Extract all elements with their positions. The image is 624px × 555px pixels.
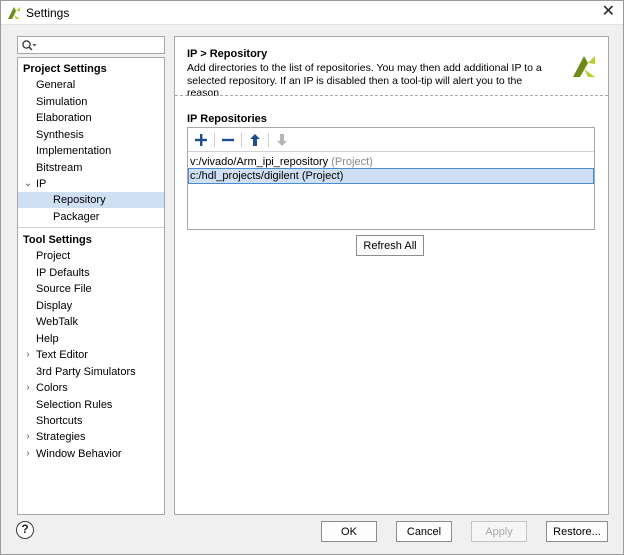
help-icon[interactable]: ? — [16, 521, 34, 539]
section-label: Tool Settings — [23, 234, 92, 246]
section-label: Project Settings — [23, 63, 107, 75]
add-icon — [195, 134, 207, 146]
repository-scope: (Project) — [331, 156, 373, 168]
toolbar-divider — [214, 133, 215, 147]
move-down-button[interactable] — [272, 131, 292, 149]
toolbar-divider — [268, 133, 269, 147]
tree-item-label: Synthesis — [36, 129, 84, 141]
tree-section-tool-settings: Tool Settings — [18, 232, 164, 248]
header-divider — [175, 95, 608, 96]
tree-item-shortcuts[interactable]: Shortcuts — [18, 413, 164, 429]
settings-window: Settings ✕ Project Settings General Simu… — [0, 0, 624, 555]
settings-search-input[interactable] — [17, 36, 165, 54]
tree-item-label: Source File — [36, 283, 92, 295]
tree-item-3rd-party-simulators[interactable]: 3rd Party Simulators — [18, 364, 164, 380]
tree-item-label: Display — [36, 300, 73, 312]
repository-row[interactable]: v:/vivado/Arm_ipi_repository (Project) — [189, 155, 593, 169]
tree-item-label: WebTalk — [36, 316, 78, 328]
tree-item-colors[interactable]: › Colors — [18, 380, 164, 396]
add-repository-button[interactable] — [191, 131, 211, 149]
ip-repositories-list: v:/vivado/Arm_ipi_repository (Project) c… — [187, 127, 595, 230]
tree-item-label: IP Defaults — [36, 267, 90, 279]
tree-item-label: Project — [36, 250, 71, 262]
tree-item-strategies[interactable]: › Strategies — [18, 429, 164, 445]
page-title: IP > Repository — [187, 48, 268, 60]
tree-item-implementation[interactable]: Implementation — [18, 143, 164, 159]
tree-item-label: IP — [36, 178, 47, 190]
remove-icon — [222, 138, 234, 142]
tree-item-source-file[interactable]: Source File — [18, 281, 164, 297]
title-bar: Settings ✕ — [1, 1, 623, 25]
remove-repository-button[interactable] — [218, 131, 238, 149]
move-down-icon — [277, 134, 287, 146]
tree-item-selection-rules[interactable]: Selection Rules — [18, 397, 164, 413]
tree-item-elaboration[interactable]: Elaboration — [18, 110, 164, 126]
cancel-button[interactable]: Cancel — [396, 521, 452, 542]
tree-item-label: Strategies — [36, 431, 86, 443]
repository-path: c:/hdl_projects/digilent (Project) — [190, 170, 344, 182]
tree-item-bitstream[interactable]: Bitstream — [18, 160, 164, 176]
tree-divider — [18, 227, 164, 228]
repository-path: v:/vivado/Arm_ipi_repository — [190, 156, 329, 168]
tree-item-ip-defaults[interactable]: IP Defaults — [18, 265, 164, 281]
tree-item-label: Help — [36, 333, 59, 345]
tree-item-label: Packager — [53, 211, 100, 223]
tree-item-label: 3rd Party Simulators — [36, 366, 136, 378]
tree-item-packager[interactable]: Packager — [18, 209, 164, 225]
tree-item-label: Repository — [53, 194, 106, 206]
vivado-logo-icon — [573, 56, 595, 77]
repository-row-selected[interactable]: c:/hdl_projects/digilent (Project) — [188, 168, 594, 184]
apply-button[interactable]: Apply — [471, 521, 527, 542]
chevron-right-icon[interactable]: › — [23, 446, 33, 462]
tree-item-label: Simulation — [36, 96, 88, 108]
ip-repositories-title: IP Repositories — [187, 113, 267, 125]
chevron-right-icon[interactable]: › — [23, 429, 33, 445]
tree-item-label: Text Editor — [36, 349, 88, 361]
tree-item-label: Window Behavior — [36, 448, 122, 460]
tree-item-project[interactable]: Project — [18, 248, 164, 264]
chevron-right-icon[interactable]: › — [23, 347, 33, 363]
tree-item-label: Shortcuts — [36, 415, 83, 427]
repo-toolbar — [188, 128, 594, 152]
tree-item-text-editor[interactable]: › Text Editor — [18, 347, 164, 363]
window-title: Settings — [26, 6, 70, 20]
tree-item-label: Implementation — [36, 145, 112, 157]
tree-section-project-settings: Project Settings — [18, 61, 164, 77]
move-up-icon — [250, 134, 260, 146]
restore-button[interactable]: Restore... — [546, 521, 608, 542]
ok-button[interactable]: OK — [321, 521, 377, 542]
tree-item-webtalk[interactable]: WebTalk — [18, 314, 164, 330]
close-icon[interactable]: ✕ — [602, 4, 615, 20]
tree-item-label: Bitstream — [36, 162, 83, 174]
toolbar-divider — [241, 133, 242, 147]
tree-item-help[interactable]: Help — [18, 331, 164, 347]
move-up-button[interactable] — [245, 131, 265, 149]
search-icon — [22, 40, 37, 51]
tree-item-label: Colors — [36, 382, 68, 394]
tree-item-ip[interactable]: ⌄ IP — [18, 176, 164, 192]
page-description: Add directories to the list of repositor… — [187, 62, 542, 99]
tree-item-label: General — [36, 79, 76, 91]
refresh-all-button[interactable]: Refresh All — [356, 235, 424, 256]
tree-item-display[interactable]: Display — [18, 298, 164, 314]
vivado-logo-icon — [8, 7, 20, 19]
chevron-right-icon[interactable]: › — [23, 380, 33, 396]
chevron-down-icon[interactable]: ⌄ — [23, 176, 33, 192]
tree-item-simulation[interactable]: Simulation — [18, 94, 164, 110]
tree-item-label: Selection Rules — [36, 399, 113, 411]
tree-item-general[interactable]: General — [18, 77, 164, 93]
settings-content-panel: IP > Repository Add directories to the l… — [174, 36, 609, 515]
tree-item-repository[interactable]: Repository — [18, 192, 164, 208]
tree-item-window-behavior[interactable]: › Window Behavior — [18, 446, 164, 462]
tree-item-label: Elaboration — [36, 112, 92, 124]
settings-tree: Project Settings General Simulation Elab… — [17, 57, 165, 515]
tree-item-synthesis[interactable]: Synthesis — [18, 127, 164, 143]
